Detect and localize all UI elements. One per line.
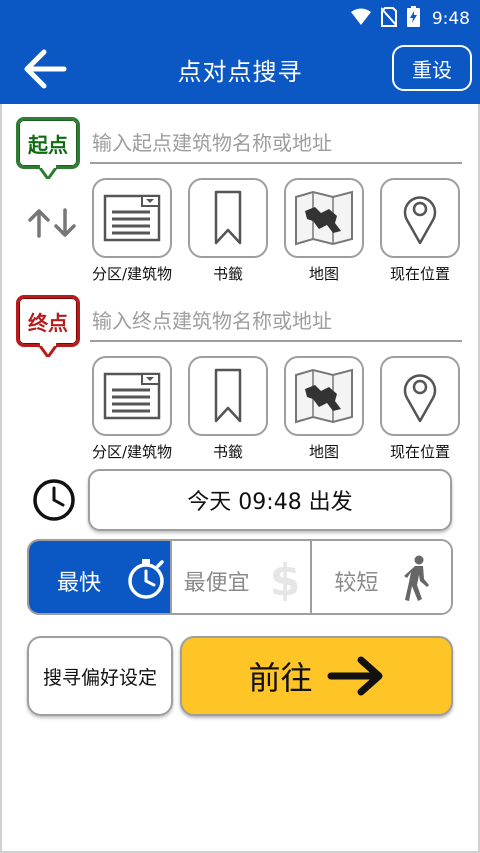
battery-charging-icon — [406, 6, 420, 31]
route-mode-selector: 最快 最便宜 $ 较短 — [27, 539, 453, 615]
start-bookmark-button[interactable] — [188, 178, 268, 258]
clock-icon — [33, 479, 75, 521]
route-mode-fastest[interactable]: 最快 — [29, 541, 170, 613]
dollar-icon: $ — [269, 555, 300, 601]
stopwatch-icon — [128, 559, 164, 599]
map-icon — [295, 368, 353, 424]
start-district-label: 分区/建筑物 — [91, 265, 173, 283]
end-map-label: 地图 — [308, 443, 339, 461]
end-location-label: 现在位置 — [389, 443, 450, 461]
search-preferences-button[interactable]: 搜寻偏好设定 — [27, 636, 173, 716]
end-pin: 终点 — [16, 295, 80, 357]
start-location-button[interactable] — [380, 178, 460, 258]
route-mode-shortest-label: 较短 — [334, 571, 379, 596]
route-mode-cheapest[interactable]: 最便宜 $ — [169, 541, 311, 613]
app-bar: 点对点搜寻 重设 — [0, 34, 480, 104]
bookmark-icon — [214, 368, 242, 423]
start-pin-tip — [38, 165, 58, 179]
no-sim-icon — [380, 6, 398, 31]
wifi-icon — [350, 8, 371, 30]
start-district-button[interactable] — [92, 178, 172, 258]
frame-left-border — [0, 104, 2, 853]
route-mode-shortest[interactable]: 较短 — [310, 541, 451, 613]
start-map-button[interactable] — [284, 178, 364, 258]
start-location-label: 现在位置 — [389, 265, 450, 283]
walking-person-icon — [404, 555, 430, 601]
go-button[interactable]: 前往 — [180, 636, 453, 716]
status-bar: 9:48 — [0, 0, 480, 34]
end-pin-label: 终点 — [16, 295, 80, 347]
departure-time-button[interactable]: 今天 09:48 出发 — [88, 469, 452, 531]
end-bookmark-label: 书籤 — [212, 443, 243, 461]
start-address-input[interactable] — [90, 124, 462, 164]
location-pin-icon — [403, 196, 437, 245]
status-time: 9:48 — [431, 8, 470, 29]
end-address-input[interactable] — [90, 302, 462, 342]
start-map-label: 地图 — [308, 265, 339, 283]
go-button-label: 前往 — [248, 659, 313, 697]
swap-button[interactable] — [27, 206, 79, 240]
start-bookmark-label: 书籤 — [212, 265, 243, 283]
end-map-button[interactable] — [284, 356, 364, 436]
back-button[interactable] — [22, 48, 68, 90]
swap-arrows-icon — [28, 208, 76, 238]
end-bookmark-button[interactable] — [188, 356, 268, 436]
end-pin-tip — [38, 343, 58, 357]
end-district-label: 分区/建筑物 — [91, 443, 173, 461]
start-pin: 起点 — [16, 117, 80, 179]
arrow-left-icon — [24, 49, 67, 89]
reset-button[interactable]: 重设 — [392, 45, 472, 91]
end-location-button[interactable] — [380, 356, 460, 436]
location-pin-icon — [403, 374, 437, 423]
map-icon — [295, 190, 353, 246]
end-district-button[interactable] — [92, 356, 172, 436]
bookmark-icon — [214, 190, 242, 245]
arrow-right-icon — [327, 656, 382, 696]
district-list-icon — [103, 194, 161, 242]
route-mode-fastest-label: 最快 — [57, 571, 102, 596]
route-mode-cheapest-label: 最便宜 — [183, 571, 250, 596]
start-pin-label: 起点 — [16, 117, 80, 169]
svg-text:$: $ — [269, 555, 300, 601]
district-list-icon — [103, 372, 161, 420]
status-icons: 9:48 — [350, 6, 470, 31]
